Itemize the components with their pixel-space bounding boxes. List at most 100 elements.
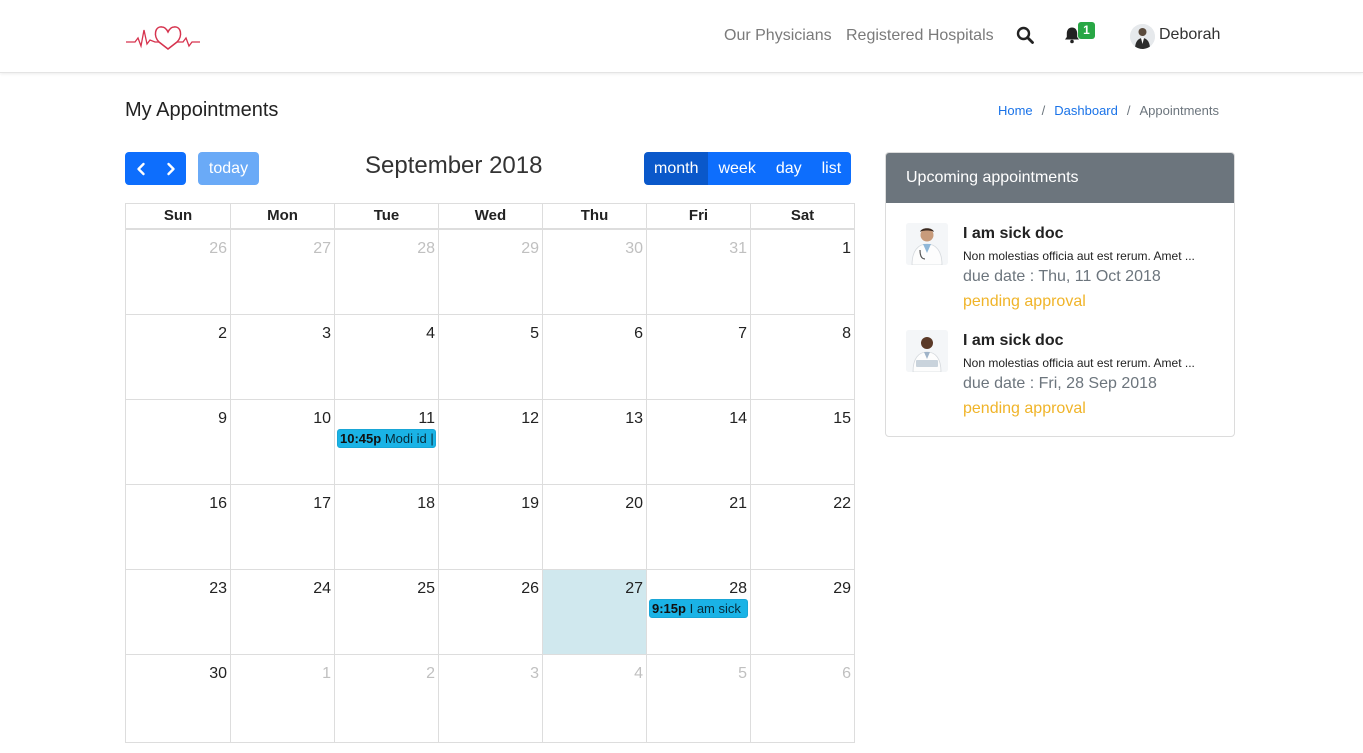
day-cell[interactable]: 2 [335, 655, 439, 742]
day-cell[interactable]: 28 [335, 230, 439, 315]
doctor-photo [906, 223, 948, 265]
day-cell[interactable]: 24 [231, 570, 335, 655]
day-cell[interactable]: 16 [126, 485, 231, 570]
day-number: 1 [322, 665, 331, 682]
day-cell[interactable]: 19 [439, 485, 543, 570]
day-cell[interactable]: 10 [231, 400, 335, 485]
view-month-button[interactable]: month [644, 152, 709, 185]
appointment-due-date: due date : Thu, 11 Oct 2018 [963, 268, 1161, 285]
breadcrumb-separator: / [1126, 103, 1131, 118]
day-number: 2 [218, 325, 227, 342]
calendar-event[interactable]: 9:15p I am sick [649, 599, 748, 618]
appointment-status: pending approval [963, 400, 1086, 417]
day-cell[interactable]: 9 [126, 400, 231, 485]
day-number: 5 [738, 665, 747, 682]
doctor-avatar-icon [906, 223, 948, 265]
day-number: 27 [625, 580, 643, 597]
day-cell[interactable]: 31 [647, 230, 751, 315]
breadcrumb-dashboard[interactable]: Dashboard [1054, 103, 1118, 118]
day-cell[interactable]: 1 [231, 655, 335, 742]
day-number: 17 [313, 495, 331, 512]
day-cell[interactable]: 29 [751, 570, 854, 655]
next-month-button[interactable] [156, 152, 186, 185]
day-cell[interactable]: 3 [439, 655, 543, 742]
breadcrumb-home[interactable]: Home [998, 103, 1033, 118]
nav-registered-hospitals[interactable]: Registered Hospitals [846, 26, 994, 46]
calendar-event[interactable]: 10:45p Modi id | [337, 429, 436, 448]
day-cell[interactable]: 4 [543, 655, 647, 742]
day-cell[interactable]: 13 [543, 400, 647, 485]
day-number: 29 [521, 240, 539, 257]
event-time: 10:45p [340, 431, 382, 446]
day-cell[interactable]: 21 [647, 485, 751, 570]
weekday-header: Sun Mon Tue Wed Thu Fri Sat [126, 204, 854, 230]
page-title: My Appointments [125, 99, 279, 121]
day-cell[interactable]: 2 [126, 315, 231, 400]
nav-our-physicians[interactable]: Our Physicians [724, 26, 832, 46]
appointment-due-date: due date : Fri, 28 Sep 2018 [963, 375, 1157, 392]
view-week-button[interactable]: week [708, 152, 766, 185]
view-switcher: month week day list [644, 152, 852, 185]
day-cell[interactable]: 4 [335, 315, 439, 400]
user-name[interactable]: Deborah [1159, 25, 1220, 45]
day-cell[interactable]: 8 [751, 315, 854, 400]
day-number: 18 [417, 495, 435, 512]
appointment-title[interactable]: I am sick doc [963, 331, 1064, 351]
event-time: 9:15p [652, 601, 686, 616]
day-number: 4 [426, 325, 435, 342]
day-number: 19 [521, 495, 539, 512]
appointment-title[interactable]: I am sick doc [963, 224, 1064, 244]
heartbeat-logo-icon[interactable] [125, 22, 201, 52]
weekday-label: Thu [543, 204, 647, 228]
day-number: 6 [842, 665, 851, 682]
day-cell-today[interactable]: 27 [543, 570, 647, 655]
day-number: 4 [634, 665, 643, 682]
day-number: 26 [521, 580, 539, 597]
day-cell[interactable]: 20 [543, 485, 647, 570]
day-cell[interactable]: 28 9:15p I am sick [647, 570, 751, 655]
day-cell[interactable]: 17 [231, 485, 335, 570]
weekday-label: Tue [335, 204, 439, 228]
search-icon[interactable] [1016, 26, 1034, 44]
day-cell[interactable]: 5 [439, 315, 543, 400]
day-number: 8 [842, 325, 851, 342]
day-cell[interactable]: 25 [335, 570, 439, 655]
day-number: 30 [209, 665, 227, 682]
day-cell[interactable]: 12 [439, 400, 543, 485]
today-button[interactable]: today [198, 152, 259, 185]
day-number: 29 [833, 580, 851, 597]
day-cell[interactable]: 14 [647, 400, 751, 485]
day-cell[interactable]: 6 [751, 655, 854, 742]
day-cell[interactable]: 5 [647, 655, 751, 742]
prev-month-button[interactable] [125, 152, 156, 185]
day-cell[interactable]: 26 [126, 230, 231, 315]
day-cell[interactable]: 15 [751, 400, 854, 485]
day-cell[interactable]: 26 [439, 570, 543, 655]
day-cell[interactable]: 29 [439, 230, 543, 315]
day-number: 7 [738, 325, 747, 342]
notification-badge: 1 [1078, 22, 1095, 39]
day-cell[interactable]: 23 [126, 570, 231, 655]
day-number: 21 [729, 495, 747, 512]
weekday-label: Mon [231, 204, 335, 228]
breadcrumb-appointments: Appointments [1139, 103, 1220, 118]
day-number: 6 [634, 325, 643, 342]
day-cell[interactable]: 27 [231, 230, 335, 315]
day-cell[interactable]: 30 [543, 230, 647, 315]
day-cell[interactable]: 11 10:45p Modi id | [335, 400, 439, 485]
day-cell[interactable]: 6 [543, 315, 647, 400]
weekday-label: Fri [647, 204, 751, 228]
avatar[interactable] [1130, 24, 1155, 49]
day-cell[interactable]: 30 [126, 655, 231, 742]
view-day-button[interactable]: day [765, 152, 812, 185]
day-cell[interactable]: 7 [647, 315, 751, 400]
day-cell[interactable]: 22 [751, 485, 854, 570]
calendar-days: 26 27 28 29 30 31 1 2 3 4 5 6 7 8 9 10 1… [126, 230, 854, 742]
event-title: Modi id | [384, 431, 434, 446]
breadcrumb-separator: / [1041, 103, 1046, 118]
view-list-button[interactable]: list [811, 152, 852, 185]
day-cell[interactable]: 18 [335, 485, 439, 570]
day-cell[interactable]: 1 [751, 230, 854, 315]
day-number: 1 [842, 240, 851, 257]
day-cell[interactable]: 3 [231, 315, 335, 400]
